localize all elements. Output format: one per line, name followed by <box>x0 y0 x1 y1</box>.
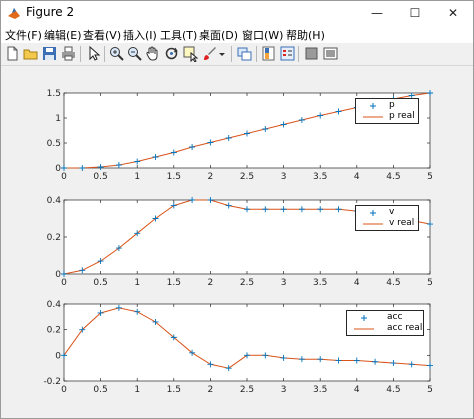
legend-label: acc <box>387 312 403 322</box>
x-tick-label: 2.5 <box>240 385 254 395</box>
x-tick-label: 1 <box>134 278 140 288</box>
x-tick-label: 5 <box>427 172 433 182</box>
figure-toolbar <box>1 43 473 66</box>
y-tick-label: 0 <box>55 270 61 280</box>
x-tick-label: 0 <box>61 172 67 182</box>
y-tick-label: 0 <box>55 164 61 174</box>
plus-marker-icon <box>370 103 376 109</box>
y-tick-label: 1.5 <box>47 89 61 99</box>
figure-window: Figure 2 — ☐ ✕ 文件(F) 编辑(E) 查看(V) 插入(I) 工… <box>0 0 474 419</box>
new-figure-icon[interactable] <box>4 45 21 62</box>
plus-marker-icon <box>370 210 376 216</box>
save-icon[interactable] <box>41 45 58 62</box>
legend-label: v real <box>389 218 415 228</box>
data-cursor-icon[interactable] <box>182 45 199 62</box>
insert-colorbar-icon[interactable] <box>260 45 277 62</box>
x-tick-label: 0 <box>61 278 67 288</box>
x-tick-label: 3 <box>281 278 287 288</box>
hide-plot-tools-icon[interactable] <box>303 45 320 62</box>
menu-view[interactable]: 查看(V) <box>83 27 121 43</box>
x-tick-label: 3 <box>281 385 287 395</box>
chevron-down-icon[interactable] <box>218 45 235 62</box>
x-tick-label: 0.5 <box>93 172 107 182</box>
title-bar[interactable]: Figure 2 — ☐ ✕ <box>1 1 473 25</box>
x-tick-label: 0.5 <box>93 385 107 395</box>
x-tick-label: 4.5 <box>386 278 400 288</box>
x-tick-label: 5 <box>427 385 433 395</box>
y-tick-label: 0.5 <box>47 139 61 149</box>
x-tick-label: 4 <box>354 172 360 182</box>
x-tick-label: 0.5 <box>93 278 107 288</box>
toolbar-separator <box>80 46 81 62</box>
x-tick-label: 3 <box>281 172 287 182</box>
rotate-3d-icon[interactable] <box>163 45 180 62</box>
line-symbol-icon <box>363 223 383 225</box>
close-button[interactable]: ✕ <box>435 1 471 25</box>
y-tick-label: 0 <box>55 351 61 361</box>
y-tick-label: 0.2 <box>47 326 61 336</box>
y-tick-label: 0.4 <box>47 196 62 206</box>
x-tick-label: 1.5 <box>167 278 181 288</box>
x-tick-label: 4.5 <box>386 385 400 395</box>
insert-legend-icon[interactable] <box>279 45 296 62</box>
menu-help[interactable]: 帮助(H) <box>286 27 325 43</box>
plus-marker-icon <box>361 315 367 321</box>
x-tick-label: 4 <box>354 385 360 395</box>
legend-acc[interactable]: acc acc real <box>346 310 424 336</box>
x-tick-label: 3.5 <box>313 385 327 395</box>
legend-label: p <box>389 100 395 110</box>
toolbar-separator <box>231 46 232 62</box>
toolbar-separator <box>104 46 105 62</box>
show-plot-tools-icon[interactable] <box>322 45 339 62</box>
open-file-icon[interactable] <box>22 45 39 62</box>
window-title: Figure 2 <box>26 5 75 19</box>
x-tick-label: 4 <box>354 278 360 288</box>
y-tick-label: 0.2 <box>47 233 61 243</box>
menu-desktop[interactable]: 桌面(D) <box>199 27 238 43</box>
x-tick-label: 5 <box>427 278 433 288</box>
legend-p[interactable]: p p real <box>355 98 419 124</box>
maximize-button[interactable]: ☐ <box>397 1 433 25</box>
legend-label: v <box>389 207 395 217</box>
x-tick-label: 4.5 <box>386 172 400 182</box>
menu-edit[interactable]: 编辑(E) <box>44 27 82 43</box>
zoom-out-icon[interactable] <box>126 45 143 62</box>
y-tick-label: 0.4 <box>47 300 62 310</box>
x-tick-label: 2 <box>208 172 214 182</box>
x-tick-label: 1 <box>134 172 140 182</box>
x-tick-label: 2 <box>208 278 214 288</box>
zoom-in-icon[interactable] <box>108 45 125 62</box>
x-tick-label: 2.5 <box>240 172 254 182</box>
menu-tools[interactable]: 工具(T) <box>160 27 197 43</box>
matlab-icon <box>8 8 20 19</box>
toolbar-separator <box>256 46 257 62</box>
line-symbol-icon <box>363 116 383 118</box>
x-tick-label: 1 <box>134 385 140 395</box>
menu-file[interactable]: 文件(F) <box>5 27 42 43</box>
print-icon[interactable] <box>60 45 77 62</box>
link-plot-icon[interactable] <box>236 45 253 62</box>
menu-window[interactable]: 窗口(W) <box>242 27 283 43</box>
minimize-button[interactable]: — <box>359 1 395 25</box>
menu-insert[interactable]: 插入(I) <box>123 27 157 43</box>
x-tick-label: 0 <box>61 385 67 395</box>
figure-canvas: 0 0.5 1 1.5 2 2.5 3 3.5 4 4.5 5 0 0.5 1 1.5 0 0.5 1 1.5 2 2.… <box>1 66 473 418</box>
x-tick-label: 1.5 <box>167 385 181 395</box>
legend-label: p real <box>389 111 415 121</box>
x-tick-label: 3.5 <box>313 278 327 288</box>
x-tick-label: 2 <box>208 385 214 395</box>
brush-icon[interactable] <box>201 45 218 62</box>
x-tick-label: 2.5 <box>240 278 254 288</box>
line-symbol-icon <box>354 328 374 330</box>
pan-hand-icon[interactable] <box>144 45 161 62</box>
legend-label: acc real <box>387 323 423 333</box>
x-tick-label: 3.5 <box>313 172 327 182</box>
legend-v[interactable]: v v real <box>355 205 419 231</box>
edit-plot-icon[interactable] <box>85 45 102 62</box>
menu-bar: 文件(F) 编辑(E) 查看(V) 插入(I) 工具(T) 桌面(D) 窗口(W… <box>1 25 473 43</box>
y-tick-label: -0.2 <box>43 377 61 387</box>
toolbar-separator <box>298 46 299 62</box>
x-tick-label: 1.5 <box>167 172 181 182</box>
y-tick-label: 1 <box>55 114 61 124</box>
